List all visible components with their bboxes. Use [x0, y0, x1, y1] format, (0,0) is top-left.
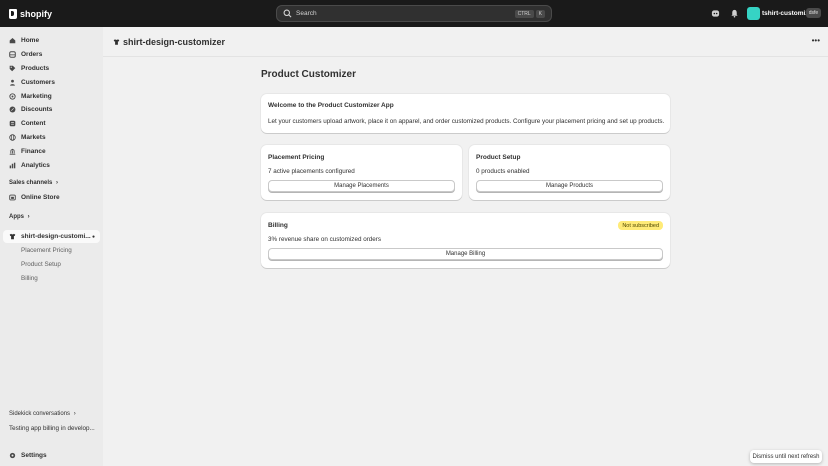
- sales-channels-heading[interactable]: Sales channels ›: [9, 180, 58, 186]
- bank-icon: [9, 148, 16, 155]
- sidebar-item-marketing[interactable]: Marketing: [3, 90, 100, 103]
- product-setup-card: Product Setup 0 products enabled Manage …: [469, 145, 670, 200]
- placement-pricing-text: 7 active placements configured: [268, 168, 355, 175]
- sidebar-item-label: Settings: [21, 452, 47, 459]
- sidebar-item-settings[interactable]: Settings: [3, 449, 100, 462]
- sidebar-item-label: Online Store: [21, 194, 60, 201]
- chevron-right-icon: ›: [56, 180, 59, 186]
- main-content: shirt-design-customizer ••• Product Cust…: [103, 27, 828, 466]
- brand-name: shopify: [20, 8, 53, 19]
- apps-heading[interactable]: Apps ›: [9, 214, 30, 220]
- apps-label: Apps: [9, 214, 24, 220]
- sidebar-item-home[interactable]: Home: [3, 34, 100, 47]
- sidebar-item-label: Analytics: [21, 162, 50, 169]
- sidebar-sub-item-placement-pricing[interactable]: Placement Pricing: [21, 247, 72, 254]
- sidebar-item-content[interactable]: Content: [3, 117, 100, 130]
- search-placeholder: Search: [296, 10, 317, 17]
- billing-text: 3% revenue share on customized orders: [268, 236, 382, 243]
- more-actions-icon[interactable]: •••: [812, 36, 820, 45]
- sidebar-item-label: Markets: [21, 134, 46, 141]
- placement-pricing-card: Placement Pricing 7 active placements co…: [261, 145, 462, 200]
- store-avatar[interactable]: [747, 7, 760, 20]
- chart-icon: [9, 162, 16, 169]
- sidebar-sub-item-billing[interactable]: Billing: [21, 275, 38, 282]
- product-setup-text: 0 products enabled: [476, 168, 530, 175]
- content-icon: [9, 120, 16, 127]
- sidebar-item-products[interactable]: Products: [3, 62, 100, 75]
- shopify-logo[interactable]: shopify: [9, 7, 52, 20]
- placement-pricing-title: Placement Pricing: [268, 154, 325, 161]
- notification-bell-icon[interactable]: [730, 9, 739, 18]
- status-badge: Not subscribed: [618, 221, 663, 230]
- home-icon: [9, 37, 16, 44]
- pin-icon[interactable]: ●: [92, 234, 95, 240]
- sidebar-item-online-store[interactable]: Online Store: [3, 191, 100, 204]
- sidebar: Home Orders Products Customers Marketing…: [0, 27, 103, 466]
- manage-products-button[interactable]: Manage Products: [476, 180, 663, 192]
- sidebar-item-label: Discounts: [21, 106, 53, 113]
- tag-icon: [9, 65, 16, 72]
- sidebar-item-analytics[interactable]: Analytics: [3, 159, 100, 172]
- target-icon: [9, 93, 16, 100]
- sidebar-item-label: Customers: [21, 79, 55, 86]
- discount-icon: [9, 106, 16, 113]
- shopify-bag-icon: [9, 8, 17, 19]
- user-initials-badge[interactable]: dsfe: [806, 8, 821, 18]
- sidebar-item-label: Finance: [21, 148, 46, 155]
- store-icon: [9, 194, 16, 201]
- app-title: shirt-design-customizer: [123, 37, 226, 47]
- shortcut-key-k: K: [535, 9, 545, 18]
- sales-channels-label: Sales channels: [9, 180, 53, 186]
- orders-icon: [9, 51, 16, 58]
- sidekick-icon[interactable]: [711, 9, 720, 18]
- sidebar-item-label: Products: [21, 65, 50, 72]
- sidebar-item-discounts[interactable]: Discounts: [3, 103, 100, 116]
- manage-placements-button[interactable]: Manage Placements: [268, 180, 455, 192]
- app-shirt-icon: [113, 38, 120, 46]
- sidebar-item-finance[interactable]: Finance: [3, 145, 100, 158]
- app-shirt-icon: [9, 233, 16, 240]
- chevron-right-icon: ›: [73, 411, 76, 417]
- keyboard-shortcut: CTRL K: [514, 9, 545, 18]
- sidebar-item-markets[interactable]: Markets: [3, 131, 100, 144]
- sidebar-item-label: Home: [21, 37, 40, 44]
- sidekick-conversations-label: Sidekick conversations: [9, 411, 71, 417]
- search-input[interactable]: Search CTRL K: [276, 5, 552, 22]
- sidebar-item-app[interactable]: shirt-design-customi... ●: [3, 230, 100, 243]
- dismiss-toast-button[interactable]: Dismiss until next refresh: [750, 450, 822, 463]
- sidebar-sub-item-product-setup[interactable]: Product Setup: [21, 261, 61, 268]
- app-header: shirt-design-customizer •••: [103, 27, 828, 57]
- search-icon: [283, 9, 292, 18]
- sidebar-item-customers[interactable]: Customers: [3, 76, 100, 89]
- billing-title: Billing: [268, 222, 288, 229]
- page-title: Product Customizer: [261, 69, 357, 80]
- sidebar-item-label: Content: [21, 120, 46, 127]
- person-icon: [9, 79, 16, 86]
- sidekick-conversation-item[interactable]: Testing app billing in develop...: [9, 425, 95, 432]
- billing-card: Billing Not subscribed 3% revenue share …: [261, 213, 670, 268]
- manage-billing-button[interactable]: Manage Billing: [268, 248, 663, 260]
- top-bar: shopify Search CTRL K tshirt-customizer …: [0, 0, 828, 27]
- sidebar-item-label: Marketing: [21, 93, 52, 100]
- sidekick-conversations-heading[interactable]: Sidekick conversations ›: [9, 411, 76, 417]
- sidebar-item-orders[interactable]: Orders: [3, 48, 100, 61]
- product-setup-title: Product Setup: [476, 154, 521, 161]
- welcome-card: Welcome to the Product Customizer App Le…: [261, 94, 670, 133]
- sidebar-item-label: Orders: [21, 51, 43, 58]
- globe-icon: [9, 134, 16, 141]
- chevron-right-icon: ›: [27, 214, 30, 220]
- shortcut-key-ctrl: CTRL: [514, 9, 534, 18]
- welcome-text: Let your customers upload artwork, place…: [268, 118, 665, 125]
- welcome-title: Welcome to the Product Customizer App: [268, 102, 394, 109]
- sidebar-item-label: shirt-design-customi...: [21, 233, 91, 240]
- gear-icon: [9, 452, 16, 459]
